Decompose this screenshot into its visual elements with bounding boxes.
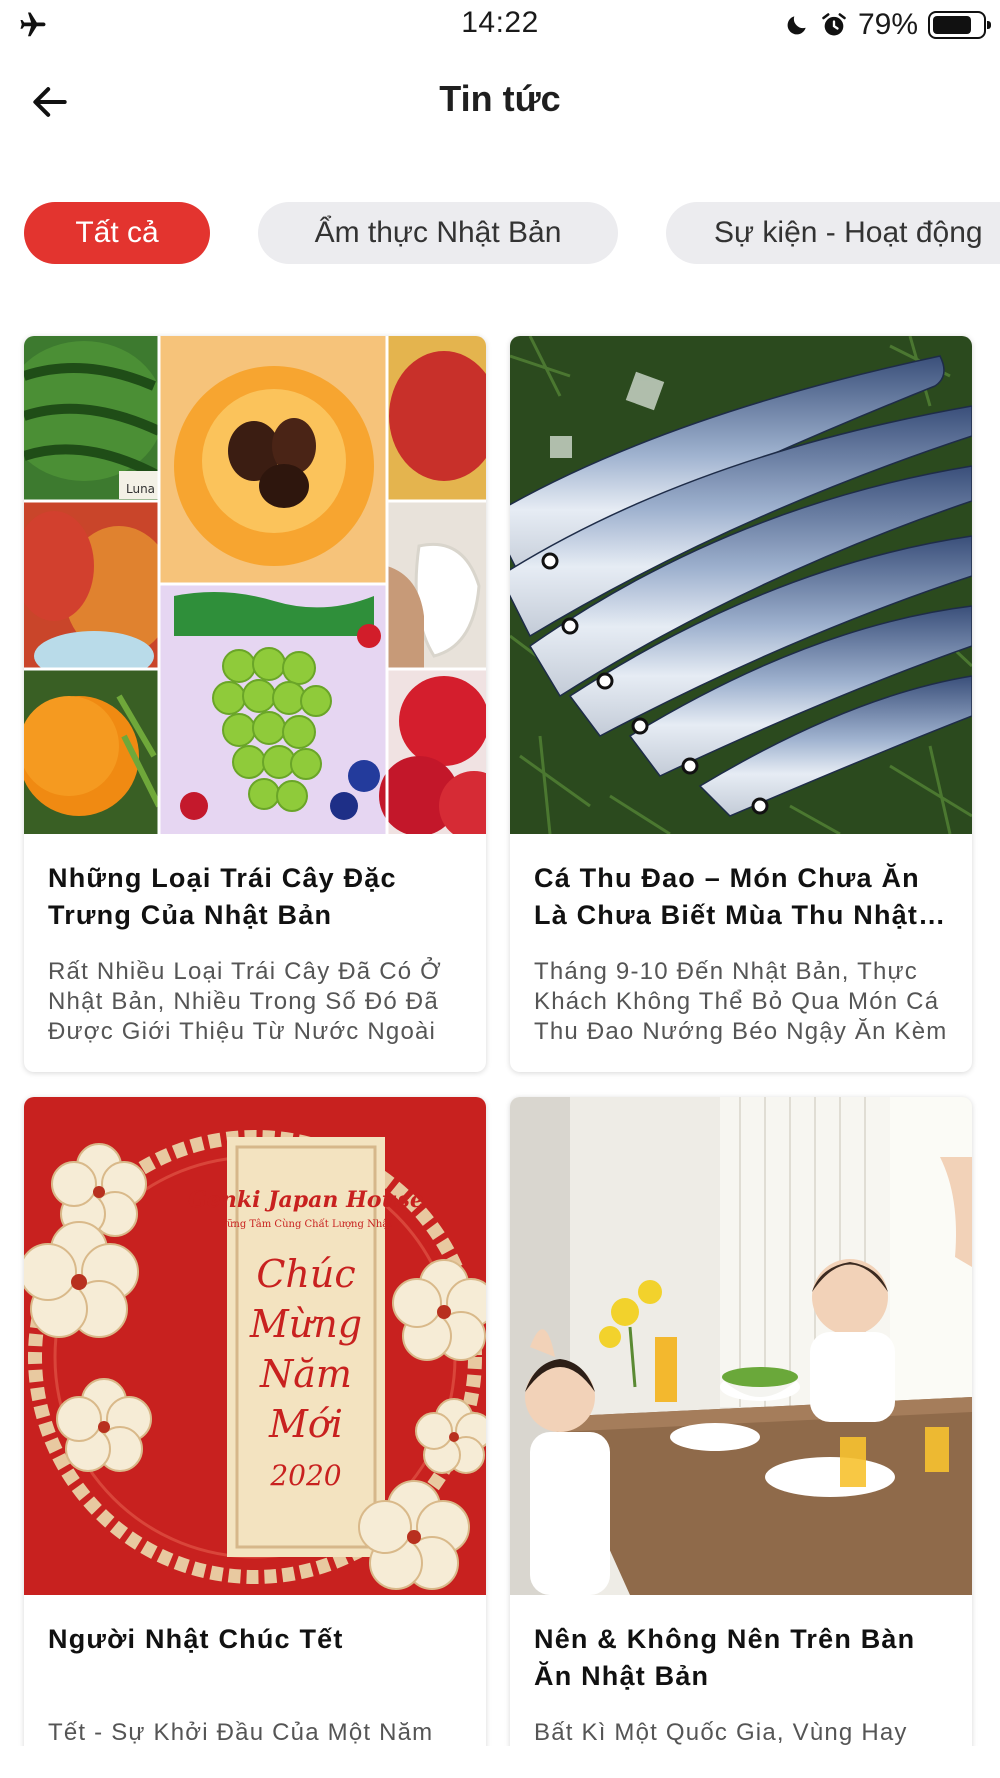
article-description: Tháng 9-10 Đến Nhật Bản, Thực Khách Khôn… bbox=[534, 958, 948, 1045]
moon-icon bbox=[787, 16, 806, 35]
alarm-icon bbox=[822, 13, 846, 36]
greeting-line-4: Mới bbox=[268, 1402, 343, 1446]
article-title: Cá Thu Đao – Món Chưa Ăn Là Chưa Biết Mù… bbox=[534, 863, 920, 930]
article-card[interactable]: Genki Japan House Vững Tâm Cùng Chất Lượ… bbox=[24, 1097, 486, 1778]
article-title: Những Loại Trái Cây Đặc Trưng Của Nhật B… bbox=[48, 863, 397, 930]
status-bar: 14:22 79% bbox=[0, 0, 1000, 50]
tab-japanese-cuisine[interactable]: Ẩm thực Nhật Bản bbox=[258, 202, 618, 264]
battery-fill bbox=[933, 16, 971, 34]
article-card[interactable]: Cá Thu Đao – Món Chưa Ăn Là Chưa Biết Mù… bbox=[510, 336, 972, 1072]
category-tabs: Tất cả Ẩm thực Nhật Bản Sự kiện - Hoạt đ… bbox=[24, 202, 1000, 264]
article-thumbnail-fruits: Luna bbox=[24, 336, 486, 834]
article-thumbnail-dining bbox=[510, 1097, 972, 1595]
article-thumbnail-new-year: Genki Japan House Vững Tâm Cùng Chất Lượ… bbox=[24, 1097, 486, 1595]
tab-events-activities[interactable]: Sự kiện - Hoạt động bbox=[666, 202, 1000, 264]
greeting-line-3: Năm bbox=[259, 1352, 352, 1396]
status-right-group: 79% bbox=[784, 8, 991, 42]
tab-all[interactable]: Tất cả bbox=[24, 202, 210, 264]
article-title: Người Nhật Chúc Tết bbox=[48, 1624, 344, 1654]
battery-icon bbox=[928, 11, 991, 39]
article-title: Nên & Không Nên Trên Bàn Ăn Nhật Bản bbox=[534, 1624, 916, 1691]
app-header: Tin tức bbox=[0, 60, 1000, 140]
article-thumbnail-saury bbox=[510, 336, 972, 834]
article-card-body: Cá Thu Đao – Món Chưa Ăn Là Chưa Biết Mù… bbox=[510, 834, 972, 1047]
article-card[interactable]: Nên & Không Nên Trên Bàn Ăn Nhật Bản Bất… bbox=[510, 1097, 972, 1778]
page-title: Tin tức bbox=[439, 78, 561, 119]
article-card-body: Những Loại Trái Cây Đặc Trưng Của Nhật B… bbox=[24, 834, 486, 1047]
year-text: 2020 bbox=[269, 1459, 341, 1492]
greeting-line-2: Mừng bbox=[249, 1302, 362, 1346]
bottom-viewport-edge bbox=[0, 1746, 1000, 1778]
article-description: Rất Nhiều Loại Trái Cây Đã Có Ở Nhật Bản… bbox=[48, 958, 442, 1045]
brand-text: Genki Japan House bbox=[188, 1187, 424, 1213]
tagline-text: Vững Tâm Cùng Chất Lượng Nhật bbox=[219, 1219, 393, 1230]
fruit-label-text: Luna bbox=[126, 482, 155, 496]
battery-percent: 79% bbox=[857, 8, 918, 41]
article-card[interactable]: Luna Những Loại Trái Cây Đặc Trưng Của N… bbox=[24, 336, 486, 1072]
greeting-line-1: Chúc bbox=[256, 1252, 355, 1296]
